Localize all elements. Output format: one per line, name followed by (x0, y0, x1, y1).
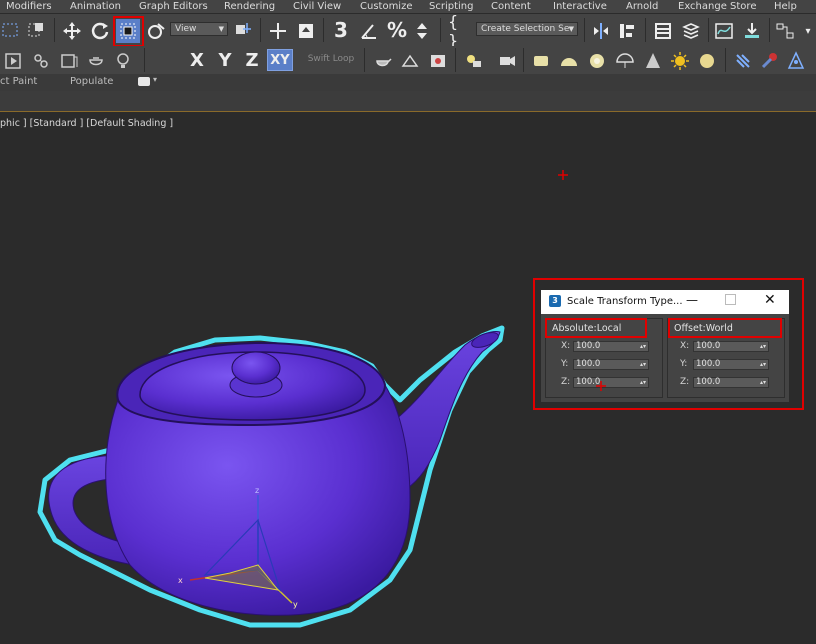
dialog-titlebar[interactable]: 3 Scale Transform Type... — ✕ (541, 290, 789, 314)
close-button[interactable]: ✕ (764, 292, 776, 308)
offset-x-spinner[interactable]: 100.0 ▴▾ (693, 341, 769, 352)
dialog-title: Scale Transform Type... (567, 296, 683, 307)
app-logo-icon: 3 (549, 295, 561, 307)
maximize-button[interactable] (725, 294, 736, 305)
offset-world-highlight (668, 318, 782, 338)
spinner-arrows-icon[interactable]: ▴▾ (760, 342, 766, 351)
minimize-button[interactable]: — (686, 293, 698, 307)
spinner-arrows-icon[interactable]: ▴▾ (640, 378, 646, 387)
offset-y-spinner[interactable]: 100.0 ▴▾ (693, 359, 769, 370)
gizmo-y-label: y (293, 600, 298, 609)
spinner-arrows-icon[interactable]: ▴▾ (640, 360, 646, 369)
offset-z-spinner[interactable]: 100.0 ▴▾ (693, 377, 769, 388)
absolute-y-spinner[interactable]: 100.0 ▴▾ (573, 359, 649, 370)
gizmo-x-label: x (178, 576, 183, 585)
gizmo-z-label: z (255, 486, 260, 495)
spinner-arrows-icon[interactable]: ▴▾ (760, 378, 766, 387)
absolute-local-highlight (545, 318, 647, 338)
absolute-x-spinner[interactable]: 100.0 ▴▾ (573, 341, 649, 352)
spinner-arrows-icon[interactable]: ▴▾ (640, 342, 646, 351)
scale-transform-dialog: 3 Scale Transform Type... — ✕ Absolute:L… (541, 290, 789, 402)
spinner-arrows-icon[interactable]: ▴▾ (760, 360, 766, 369)
cursor-crosshair-icon (596, 376, 606, 391)
absolute-z-spinner[interactable]: 100.0 ▴▾ (573, 377, 649, 388)
